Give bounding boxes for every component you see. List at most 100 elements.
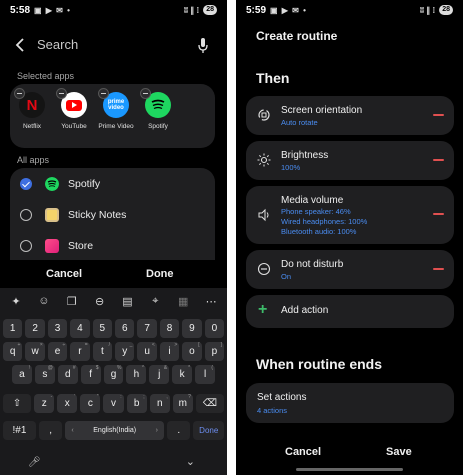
key-alt: ! — [28, 365, 30, 371]
key[interactable]: g% — [103, 365, 124, 384]
key[interactable]: z- — [34, 394, 55, 413]
key[interactable]: k * — [172, 365, 193, 384]
status-bar: 5:59 ▣ ▶ ✉ • ʬ ∥ ⁞ 28 — [236, 0, 463, 20]
key[interactable]: w × — [25, 342, 45, 361]
key-alt: , — [166, 394, 168, 400]
key[interactable]: i > — [159, 342, 180, 361]
key[interactable]: q + — [3, 342, 23, 361]
hide-keyboard-icon[interactable]: ⌄ — [186, 455, 195, 468]
add-action-button[interactable]: + Add action — [246, 295, 454, 328]
action-card-screen-orientation[interactable]: Screen orientation Auto rotate — [246, 96, 454, 135]
remove-app-icon[interactable] — [56, 88, 67, 99]
voice-input-icon[interactable]: 🎤︎ — [28, 457, 41, 468]
key[interactable]: 5 — [92, 319, 113, 338]
key-label: n — [156, 398, 163, 409]
key[interactable]: o[ — [182, 342, 202, 361]
done-button[interactable]: Done — [146, 268, 174, 280]
key[interactable]: 2 — [25, 319, 45, 338]
shift-key[interactable]: ⇧ — [3, 394, 32, 413]
gif-icon[interactable]: ⊖ — [93, 294, 107, 308]
key[interactable]: e ÷ — [47, 342, 68, 361]
key[interactable]: a! — [12, 365, 32, 384]
sticker-icon[interactable]: ❐ — [65, 294, 79, 308]
key[interactable]: 4 — [70, 319, 90, 338]
key[interactable]: v: — [103, 394, 124, 413]
key-label: q — [9, 346, 16, 357]
comma-key[interactable]: , — [38, 421, 63, 440]
back-arrow-icon[interactable] — [14, 36, 28, 54]
key[interactable]: h ^ — [126, 365, 147, 384]
cancel-button[interactable]: Cancel — [285, 446, 321, 458]
cursor-control-icon[interactable]: ⌖ — [148, 294, 162, 308]
save-button[interactable]: Save — [386, 446, 412, 458]
action-card-media-volume[interactable]: Media volume Phone speaker: 46% Wired he… — [246, 186, 454, 244]
remove-action-button[interactable] — [433, 268, 444, 270]
key-alt: " — [96, 394, 99, 400]
search-bar[interactable]: Search — [0, 32, 227, 58]
emoji-icon[interactable]: ☺ — [37, 294, 51, 308]
translate-icon[interactable]: ▦ — [176, 294, 190, 308]
selected-app-spotify[interactable]: Spotify — [136, 88, 180, 130]
selected-app-prime-video[interactable]: prime video Prime Video — [94, 88, 138, 130]
key[interactable]: b; — [126, 394, 147, 413]
key[interactable]: 3 — [47, 319, 68, 338]
remove-app-icon[interactable] — [14, 88, 25, 99]
set-actions-card[interactable]: Set actions 4 actions — [246, 383, 454, 423]
key[interactable]: l( — [195, 365, 216, 384]
key[interactable]: 7 — [137, 319, 157, 338]
key[interactable]: 8 — [159, 319, 180, 338]
key[interactable]: x ' — [57, 394, 78, 413]
more-icon[interactable]: ⋯ — [204, 294, 218, 308]
search-input[interactable]: Search — [37, 37, 78, 52]
key-label: p — [211, 346, 218, 357]
key[interactable]: d # — [57, 365, 78, 384]
checkbox-unchecked[interactable] — [20, 240, 32, 252]
space-key[interactable]: ‹ English(India) › — [65, 421, 164, 440]
key[interactable]: y _ — [115, 342, 135, 361]
list-item[interactable]: Spotify — [10, 169, 215, 199]
key[interactable]: t / — [92, 342, 113, 361]
key[interactable]: n, — [149, 394, 170, 413]
remove-app-icon[interactable] — [98, 88, 109, 99]
checkbox-checked[interactable] — [20, 178, 32, 190]
key-label: t — [100, 346, 104, 357]
selected-apps-heading: Selected apps — [17, 71, 75, 81]
key[interactable]: s @ — [34, 365, 55, 384]
sparkle-icon[interactable]: ✦ — [9, 294, 23, 308]
key[interactable]: 6 — [115, 319, 135, 338]
keyboard-row-2: a! s @ d # f $ g% h ^ j & k * l( — [12, 365, 216, 384]
key[interactable]: 9 — [182, 319, 202, 338]
selected-app-youtube[interactable]: YouTube — [52, 88, 96, 130]
mic-icon[interactable] — [197, 36, 209, 54]
key-label: l — [203, 369, 207, 380]
remove-action-button[interactable] — [433, 213, 444, 215]
symbols-key[interactable]: !#1 — [3, 421, 36, 440]
key[interactable]: j & — [149, 365, 170, 384]
key[interactable]: 1 — [3, 319, 23, 338]
backspace-key[interactable]: ⌫ — [195, 394, 225, 413]
action-card-brightness[interactable]: Brightness 100% — [246, 141, 454, 180]
key-alt: ] — [220, 342, 223, 348]
app-name: Store — [68, 240, 94, 252]
key[interactable]: c " — [80, 394, 101, 413]
list-item[interactable]: Sticky Notes — [10, 200, 215, 230]
clipboard-icon[interactable]: ▤ — [120, 294, 134, 308]
action-card-do-not-disturb[interactable]: Do not disturb On — [246, 250, 454, 289]
key[interactable]: u < — [137, 342, 157, 361]
period-key[interactable]: . — [166, 421, 191, 440]
selected-app-netflix[interactable]: N Netflix — [10, 88, 54, 130]
key[interactable]: f $ — [80, 365, 101, 384]
cancel-button[interactable]: Cancel — [46, 268, 82, 280]
key[interactable]: p] — [204, 342, 225, 361]
key[interactable]: 0 — [204, 319, 225, 338]
list-item[interactable]: Store — [10, 231, 215, 260]
remove-action-button[interactable] — [433, 159, 444, 161]
remove-app-icon[interactable] — [140, 88, 151, 99]
key[interactable]: m? — [172, 394, 193, 413]
status-time: 5:59 — [246, 4, 267, 16]
keyboard-done-key[interactable]: Done — [193, 421, 224, 440]
remove-action-button[interactable] — [433, 114, 444, 116]
checkbox-unchecked[interactable] — [20, 209, 32, 221]
key[interactable]: r = — [70, 342, 90, 361]
key-alt: > — [174, 342, 178, 348]
